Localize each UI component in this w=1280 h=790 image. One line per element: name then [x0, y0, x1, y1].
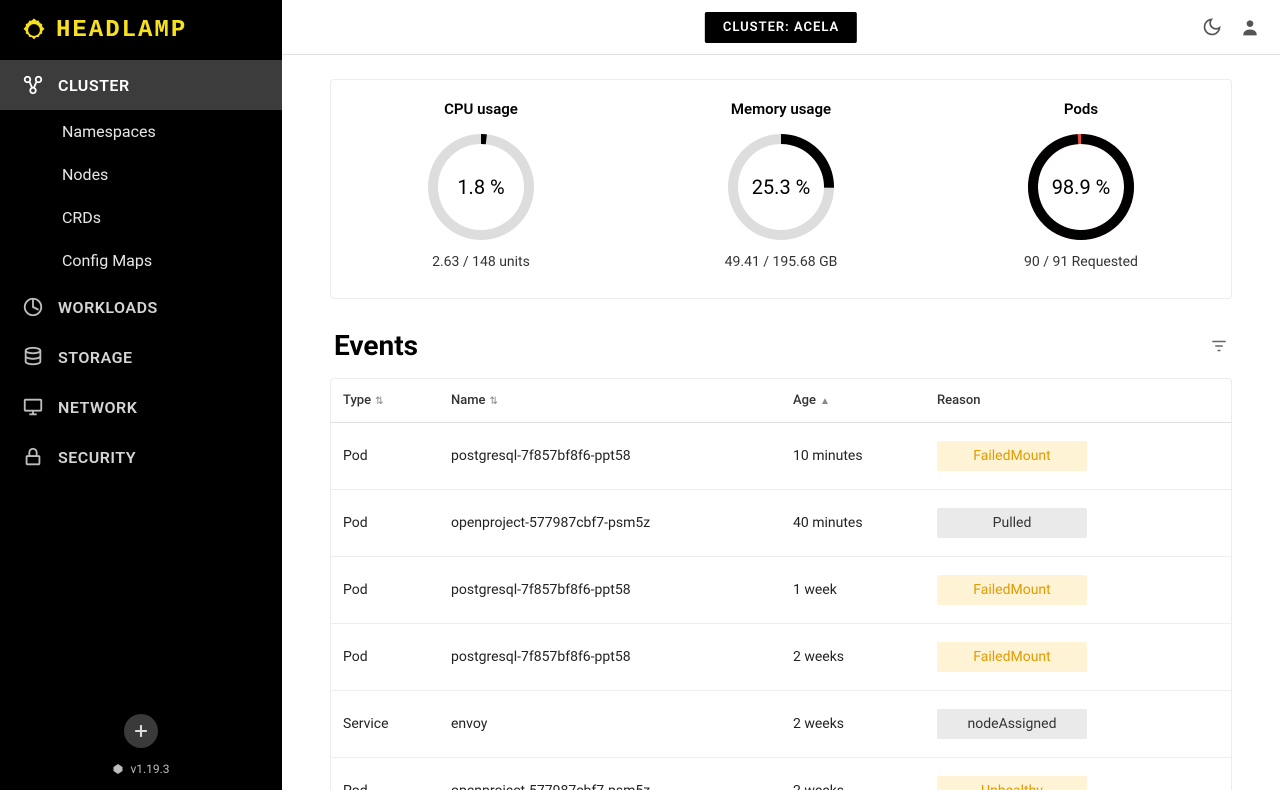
sidebar: HEADLAMP CLUSTER Namespaces Nodes CRDs C… — [0, 0, 282, 790]
sidebar-item-workloads[interactable]: WORKLOADS — [0, 282, 282, 332]
reason-badge: FailedMount — [937, 642, 1087, 672]
cell-age: 2 weeks — [781, 758, 925, 790]
security-icon — [22, 446, 44, 468]
add-button[interactable] — [124, 714, 158, 748]
gauge-pods: Pods 98.9 % 90 / 91 Requested — [941, 100, 1221, 270]
cell-reason: Unhealthy — [925, 758, 1231, 790]
network-icon — [22, 396, 44, 418]
table-row[interactable]: Podpostgresql-7f857bf8f6-ppt5810 minutes… — [331, 423, 1231, 490]
cell-age: 2 weeks — [781, 691, 925, 758]
headlamp-logo-icon — [20, 16, 48, 44]
cell-type: Pod — [331, 624, 439, 691]
sidebar-sub-nodes[interactable]: Nodes — [0, 153, 282, 196]
cell-age: 10 minutes — [781, 423, 925, 490]
content: CPU usage 1.8 % 2.63 / 148 units Memory … — [282, 55, 1280, 790]
reason-badge: nodeAssigned — [937, 709, 1087, 739]
storage-icon — [22, 346, 44, 368]
cell-name: openproject-577987cbf7-psm5z — [439, 490, 781, 557]
cell-age: 40 minutes — [781, 490, 925, 557]
cell-reason: FailedMount — [925, 557, 1231, 624]
cell-type: Pod — [331, 423, 439, 490]
topbar: CLUSTER: ACELA — [282, 0, 1280, 55]
cell-age: 2 weeks — [781, 624, 925, 691]
theme-toggle[interactable] — [1202, 17, 1222, 37]
moon-icon — [1202, 17, 1222, 37]
table-row[interactable]: Podpostgresql-7f857bf8f6-ppt581 week Fail… — [331, 557, 1231, 624]
cell-type: Service — [331, 691, 439, 758]
events-header: Events — [330, 329, 1232, 362]
cell-type: Pod — [331, 758, 439, 790]
main: CLUSTER: ACELA CPU usage — [282, 0, 1280, 790]
reason-badge: FailedMount — [937, 441, 1087, 471]
sidebar-sub-configmaps[interactable]: Config Maps — [0, 239, 282, 282]
sidebar-item-network[interactable]: NETWORK — [0, 382, 282, 432]
cell-reason: FailedMount — [925, 423, 1231, 490]
user-icon — [1240, 17, 1260, 37]
cell-reason: nodeAssigned — [925, 691, 1231, 758]
sidebar-item-label: STORAGE — [58, 348, 133, 367]
table-row[interactable]: Podopenproject-577987cbf7-psm5z40 minute… — [331, 490, 1231, 557]
gauge-ring-cpu: 1.8 % — [426, 132, 536, 242]
user-menu[interactable] — [1240, 17, 1260, 37]
sidebar-item-label: NETWORK — [58, 398, 137, 417]
cell-type: Pod — [331, 490, 439, 557]
cell-name: envoy — [439, 691, 781, 758]
col-name[interactable]: Name⇅ — [439, 379, 781, 423]
cluster-chip[interactable]: CLUSTER: ACELA — [705, 12, 857, 43]
version-text: v1.19.3 — [130, 762, 169, 776]
gauge-memory: Memory usage 25.3 % 49.41 / 195.68 GB — [641, 100, 921, 270]
brand-logo[interactable]: HEADLAMP — [0, 0, 282, 60]
col-age[interactable]: Age▲ — [781, 379, 925, 423]
reason-badge: Unhealthy — [937, 776, 1087, 790]
sidebar-item-security[interactable]: SECURITY — [0, 432, 282, 482]
cell-reason: Pulled — [925, 490, 1231, 557]
sidebar-item-label: SECURITY — [58, 448, 136, 467]
cell-type: Pod — [331, 557, 439, 624]
table-row[interactable]: Podopenproject-577987cbf7-psm5z2 weeks Un… — [331, 758, 1231, 790]
cluster-icon — [22, 74, 44, 96]
cell-name: postgresql-7f857bf8f6-ppt58 — [439, 423, 781, 490]
cell-name: postgresql-7f857bf8f6-ppt58 — [439, 557, 781, 624]
sort-icon: ⇅ — [375, 396, 383, 407]
reason-badge: Pulled — [937, 508, 1087, 538]
table-row[interactable]: Serviceenvoy2 weeks nodeAssigned — [331, 691, 1231, 758]
table-row[interactable]: Podpostgresql-7f857bf8f6-ppt582 weeks Fai… — [331, 624, 1231, 691]
events-title: Events — [334, 329, 418, 362]
sort-asc-icon: ▲ — [820, 396, 830, 407]
gauges-card: CPU usage 1.8 % 2.63 / 148 units Memory … — [330, 79, 1232, 299]
cell-age: 1 week — [781, 557, 925, 624]
version-row: v1.19.3 — [0, 762, 282, 776]
gauge-cpu: CPU usage 1.8 % 2.63 / 148 units — [341, 100, 621, 270]
sidebar-sub-crds[interactable]: CRDs — [0, 196, 282, 239]
events-table: Type⇅ Name⇅ Age▲ Reason Podpostgresql-7f… — [331, 379, 1231, 790]
workloads-icon — [22, 296, 44, 318]
cell-name: openproject-577987cbf7-psm5z — [439, 758, 781, 790]
brand-text: HEADLAMP — [56, 17, 187, 44]
plus-icon — [131, 721, 151, 741]
cell-reason: FailedMount — [925, 624, 1231, 691]
col-type[interactable]: Type⇅ — [331, 379, 439, 423]
gauge-ring-memory: 25.3 % — [726, 132, 836, 242]
sort-icon: ⇅ — [490, 396, 498, 407]
col-reason[interactable]: Reason — [925, 379, 1231, 423]
sidebar-item-cluster[interactable]: CLUSTER — [0, 60, 282, 110]
filter-button[interactable] — [1210, 337, 1228, 355]
gauge-ring-pods: 98.9 % — [1026, 132, 1136, 242]
sidebar-item-storage[interactable]: STORAGE — [0, 332, 282, 382]
sidebar-footer: v1.19.3 — [0, 702, 282, 790]
events-table-card: Type⇅ Name⇅ Age▲ Reason Podpostgresql-7f… — [330, 378, 1232, 790]
sidebar-sub-namespaces[interactable]: Namespaces — [0, 110, 282, 153]
sidebar-item-label: CLUSTER — [58, 76, 130, 95]
kube-icon — [112, 763, 124, 775]
sidebar-nav: CLUSTER Namespaces Nodes CRDs Config Map… — [0, 60, 282, 702]
cell-name: postgresql-7f857bf8f6-ppt58 — [439, 624, 781, 691]
filter-icon — [1210, 337, 1228, 355]
sidebar-item-label: WORKLOADS — [58, 298, 158, 317]
reason-badge: FailedMount — [937, 575, 1087, 605]
